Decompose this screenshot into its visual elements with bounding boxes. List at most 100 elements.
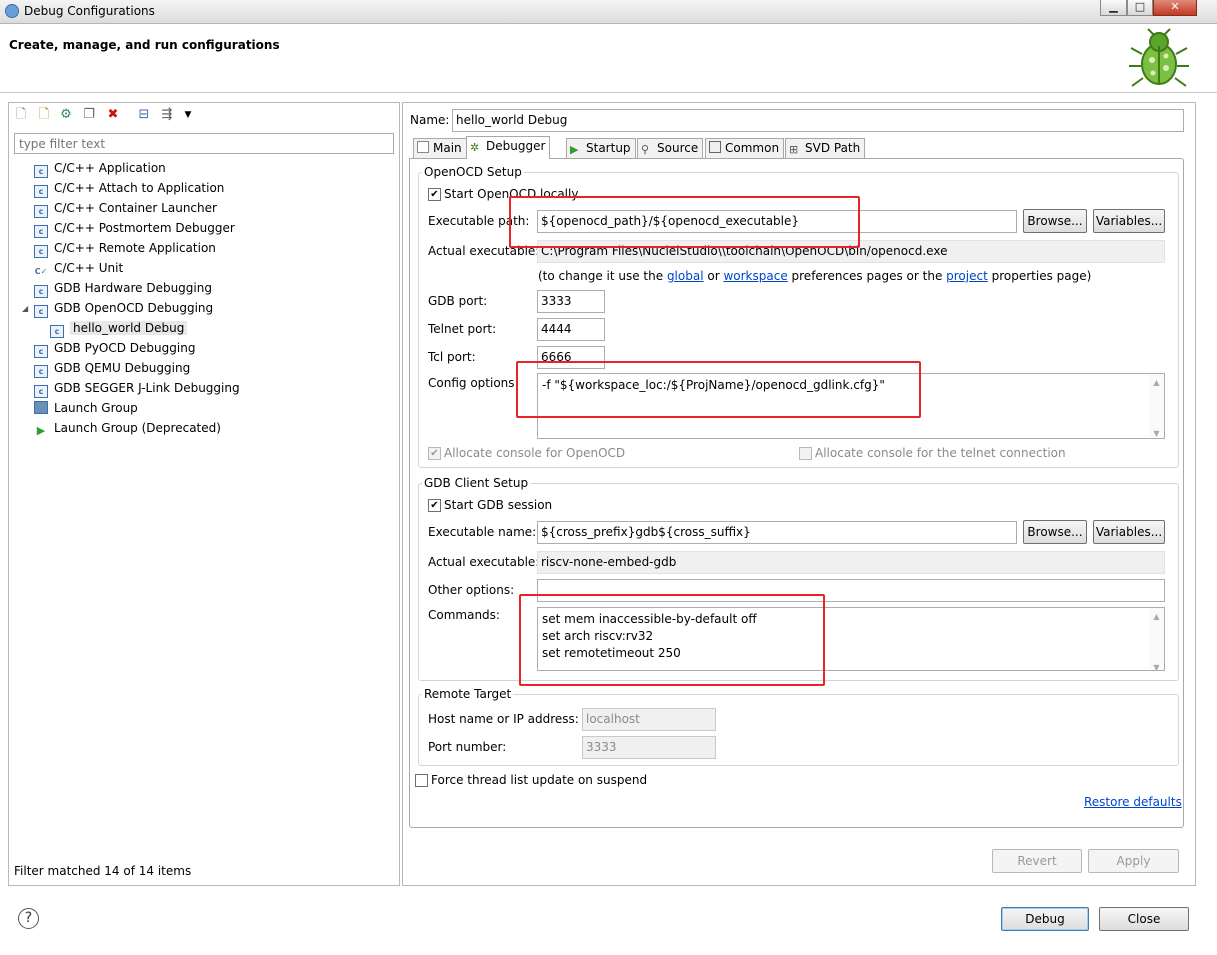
revert-button[interactable]: Revert xyxy=(992,849,1082,873)
alloc-console-label: Allocate console for OpenOCD xyxy=(444,446,626,460)
tree-item-label: Launch Group (Deprecated) xyxy=(54,421,221,435)
tab-main[interactable]: Main xyxy=(413,138,467,158)
gdb-variables-button[interactable]: Variables... xyxy=(1093,520,1165,544)
c-config-icon: c xyxy=(50,325,64,338)
help-icon[interactable]: ? xyxy=(18,908,39,929)
tree-item[interactable]: c hello_world Debug xyxy=(50,319,188,338)
filter-input[interactable] xyxy=(14,133,394,154)
commands-field[interactable]: set mem inaccessible-by-default off set … xyxy=(537,607,1165,671)
gdb-exe-name-field[interactable]: ${cross_prefix}gdb${cross_suffix} xyxy=(537,521,1017,544)
tree-item[interactable]: c C/C++ Application xyxy=(34,159,166,178)
tree-item[interactable]: ▶ Launch Group (Deprecated) xyxy=(34,419,221,438)
alloc-telnet-label: Allocate console for the telnet connecti… xyxy=(815,446,1066,460)
tree-item-label: GDB Hardware Debugging xyxy=(54,281,212,295)
restore-defaults-link[interactable]: Restore defaults xyxy=(1084,795,1182,809)
tree-item-label: C/C++ Attach to Application xyxy=(54,181,225,195)
tab-source[interactable]: ⚲ Source xyxy=(637,138,704,158)
new-prototype-icon[interactable]: 🗋 xyxy=(36,107,52,123)
minimize-button[interactable]: ▁ xyxy=(1100,0,1127,16)
force-thread-checkbox[interactable] xyxy=(415,774,428,787)
openocd-variables-button[interactable]: Variables... xyxy=(1093,209,1165,233)
tree-item-label: C/C++ Unit xyxy=(54,261,124,275)
global-link[interactable]: global xyxy=(667,269,704,283)
c-config-icon: c xyxy=(34,185,48,198)
debug-bug-icon xyxy=(1129,28,1189,87)
tree-item-label: hello_world Debug xyxy=(70,321,188,335)
start-openocd-checkbox[interactable]: ✔ xyxy=(428,188,441,201)
config-options-field[interactable]: -f "${workspace_loc:/${ProjName}/openocd… xyxy=(537,373,1165,439)
tree-item-label: GDB PyOCD Debugging xyxy=(54,341,196,355)
remote-target-group xyxy=(418,694,1179,766)
apply-button[interactable]: Apply xyxy=(1088,849,1179,873)
gdb-client-title: GDB Client Setup xyxy=(422,476,531,490)
debug-app-icon xyxy=(5,4,19,18)
tree-item-label: GDB QEMU Debugging xyxy=(54,361,191,375)
openocd-path-hint: (to change it use the global or workspac… xyxy=(538,269,1092,283)
c-config-icon: c xyxy=(34,385,48,398)
tree-item[interactable]: c C/C++ Remote Application xyxy=(34,239,216,258)
tree-item[interactable]: c GDB SEGGER J-Link Debugging xyxy=(34,379,240,398)
tree-item[interactable]: Launch Group xyxy=(34,399,138,418)
maximize-button[interactable]: □ xyxy=(1127,0,1153,16)
expand-arrow-icon[interactable]: ◢ xyxy=(22,299,28,318)
tree-item[interactable]: c C/C++ Container Launcher xyxy=(34,199,217,218)
tree-item[interactable]: ◢ c GDB OpenOCD Debugging xyxy=(22,299,214,318)
alloc-console-checkbox[interactable]: ✔ xyxy=(428,447,441,460)
alloc-telnet-checkbox[interactable] xyxy=(799,447,812,460)
filter-icon[interactable]: ⇶ xyxy=(159,107,175,123)
commands-scrollbar[interactable]: ▲ ▼ xyxy=(1149,608,1164,670)
gdb-port-label: GDB port: xyxy=(428,294,488,308)
debug-button[interactable]: Debug xyxy=(1001,907,1089,931)
collapse-all-icon[interactable]: ⊟ xyxy=(136,107,152,123)
openocd-actual-label: Actual executable: xyxy=(428,244,540,258)
openocd-exe-path-field[interactable]: ${openocd_path}/${openocd_executable} xyxy=(537,210,1017,233)
tree-item-label: GDB SEGGER J-Link Debugging xyxy=(54,381,240,395)
port-number-field[interactable]: 3333 xyxy=(582,736,716,759)
tcl-port-field[interactable]: 6666 xyxy=(537,346,605,369)
project-link[interactable]: project xyxy=(946,269,988,283)
delete-icon[interactable]: ✖ xyxy=(105,107,121,123)
commands-label: Commands: xyxy=(428,608,500,622)
view-menu-icon[interactable]: ▼ xyxy=(180,107,196,123)
start-gdb-label: Start GDB session xyxy=(444,498,553,512)
openocd-browse-button[interactable]: Browse... xyxy=(1023,209,1087,233)
config-options-scrollbar[interactable]: ▲ ▼ xyxy=(1149,374,1164,438)
start-gdb-checkbox[interactable]: ✔ xyxy=(428,499,441,512)
c-config-icon: c xyxy=(34,225,48,238)
remote-target-title: Remote Target xyxy=(422,687,514,701)
tree-item[interactable]: c GDB Hardware Debugging xyxy=(34,279,212,298)
close-window-button[interactable]: ✕ xyxy=(1153,0,1197,16)
force-thread-label: Force thread list update on suspend xyxy=(431,773,648,787)
openocd-setup-title: OpenOCD Setup xyxy=(422,165,524,179)
tree-item[interactable]: c GDB PyOCD Debugging xyxy=(34,339,195,358)
telnet-port-field[interactable]: 4444 xyxy=(537,318,605,341)
tree-item[interactable]: C✓ C/C++ Unit xyxy=(34,259,123,278)
tree-item[interactable]: c GDB QEMU Debugging xyxy=(34,359,190,378)
port-number-label: Port number: xyxy=(428,740,507,754)
gdb-actual-field: riscv-none-embed-gdb xyxy=(537,551,1165,574)
export-icon[interactable]: ⚙ xyxy=(58,107,74,123)
new-config-icon[interactable]: 🗋 xyxy=(13,107,29,123)
tree-item-label: GDB OpenOCD Debugging xyxy=(54,301,214,315)
gdb-exe-name-label: Executable name: xyxy=(428,525,537,539)
workspace-link[interactable]: workspace xyxy=(723,269,787,283)
tree-item-label: Launch Group xyxy=(54,401,138,415)
openocd-actual-field: C:\Program Files\NucleiStudio\\toolchain… xyxy=(537,240,1165,263)
c-config-icon: c xyxy=(34,285,48,298)
tree-item[interactable]: c C/C++ Attach to Application xyxy=(34,179,224,198)
gdb-port-field[interactable]: 3333 xyxy=(537,290,605,313)
gdb-browse-button[interactable]: Browse... xyxy=(1023,520,1087,544)
other-options-field[interactable] xyxy=(537,579,1165,602)
tree-item-label: C/C++ Postmortem Debugger xyxy=(54,221,235,235)
config-options-label: Config options: xyxy=(428,376,519,390)
duplicate-icon[interactable]: ❐ xyxy=(81,107,97,123)
config-name-field[interactable]: hello_world Debug xyxy=(452,109,1184,132)
tab-startup[interactable]: ▶ Startup xyxy=(566,138,636,158)
tree-item[interactable]: c C/C++ Postmortem Debugger xyxy=(34,219,235,238)
tab-common[interactable]: Common xyxy=(705,138,785,158)
tab-svd-path[interactable]: ⊞ SVD Path xyxy=(785,138,866,158)
tab-debugger[interactable]: ✲ Debugger xyxy=(466,136,551,159)
close-button[interactable]: Close xyxy=(1099,907,1189,931)
host-field[interactable]: localhost xyxy=(582,708,716,731)
host-label: Host name or IP address: xyxy=(428,712,579,726)
